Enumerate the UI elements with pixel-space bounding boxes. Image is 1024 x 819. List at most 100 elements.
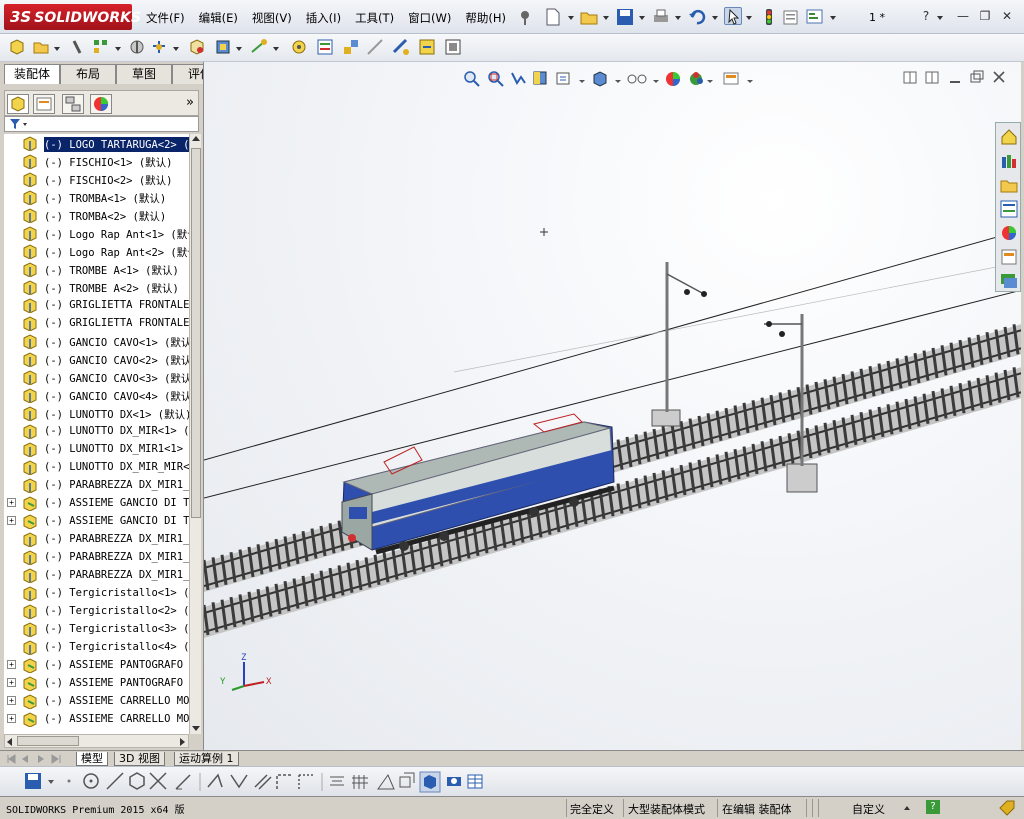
trim-icon[interactable]: [149, 772, 167, 790]
expand-plus-icon[interactable]: +: [7, 696, 16, 705]
tree-vertical-scrollbar[interactable]: [189, 134, 201, 734]
close-button[interactable]: ✕: [999, 9, 1015, 23]
3d-scene[interactable]: [204, 62, 1021, 752]
tree-item[interactable]: + (-) ASSIEME GANCIO DI TR: [4, 494, 189, 512]
open-folder-icon[interactable]: [580, 8, 598, 26]
menu-item[interactable]: 插入(I): [306, 10, 341, 26]
move-component-icon[interactable]: [150, 38, 168, 56]
tree-item[interactable]: (-) PARABREZZA DX_MIR1_M: [4, 476, 189, 494]
help-icon[interactable]: ?: [918, 9, 934, 23]
view-palette-icon[interactable]: [999, 199, 1019, 219]
menu-item[interactable]: 视图(V): [252, 10, 292, 26]
feature-manager-tab-icon[interactable]: [7, 94, 29, 114]
print-dropdown-icon[interactable]: [675, 16, 681, 20]
command-tab[interactable]: 布局: [60, 64, 116, 84]
reference-dropdown-icon[interactable]: [273, 47, 279, 51]
scroll-right-arrow-icon[interactable]: [180, 738, 185, 746]
tree-item[interactable]: (-) Tergicristallo<4> (: [4, 638, 189, 656]
file-properties-icon[interactable]: [782, 8, 800, 26]
tree-item[interactable]: (-) TROMBA<1> (默认): [4, 188, 189, 206]
tree-horizontal-scrollbar[interactable]: [4, 734, 189, 748]
tree-item[interactable]: (-) PARABREZZA DX_MIR1_M: [4, 548, 189, 566]
table-icon[interactable]: [467, 774, 483, 789]
tree-item[interactable]: (-) LUNOTTO DX_MIR_MIR<1: [4, 458, 189, 476]
explode-line-sketch-icon[interactable]: [366, 38, 384, 56]
angle-dimension-icon[interactable]: [377, 773, 395, 790]
new-motion-study-icon[interactable]: [290, 38, 308, 56]
options-dropdown-icon[interactable]: [830, 16, 836, 20]
sketch-line-icon[interactable]: [175, 774, 191, 790]
tree-item[interactable]: (-) Tergicristallo<2> (: [4, 602, 189, 620]
expand-plus-icon[interactable]: +: [7, 714, 16, 723]
print-icon[interactable]: [652, 8, 670, 26]
tree-item[interactable]: (-) GANCIO CAVO<1> (默认: [4, 332, 189, 350]
take-snapshot-icon[interactable]: [444, 38, 462, 56]
expand-plus-icon[interactable]: +: [7, 498, 16, 507]
tree-item[interactable]: (-) LUNOTTO DX<1> (默认): [4, 404, 189, 422]
tree-item[interactable]: (-) LOGO TARTARUGA<2> (默: [4, 134, 189, 152]
pin-icon[interactable]: [516, 8, 534, 26]
options-icon[interactable]: [806, 8, 824, 26]
restore-button[interactable]: ❐: [977, 9, 993, 23]
tree-item[interactable]: (-) Logo Rap Ant<1> (默认: [4, 224, 189, 242]
graphics-area[interactable]: Z X Y: [203, 62, 1021, 752]
tree-item[interactable]: (-) FISCHIO<1> (默认): [4, 152, 189, 170]
custom-properties-icon[interactable]: [999, 247, 1019, 267]
tree-item[interactable]: + (-) ASSIEME PANTOGRAFO C: [4, 656, 189, 674]
status-mode[interactable]: 大型装配体模式: [628, 801, 705, 817]
tree-item[interactable]: (-) Tergicristallo<1> (: [4, 584, 189, 602]
menu-item[interactable]: 文件(F): [146, 10, 185, 26]
assembly-features-icon[interactable]: [214, 38, 232, 56]
menu-item[interactable]: 工具(T): [355, 10, 394, 26]
linear-pattern-icon[interactable]: [92, 38, 110, 56]
open-dropdown-icon[interactable]: [603, 16, 609, 20]
bill-of-materials-icon[interactable]: [316, 38, 334, 56]
horizontal-dimension-icon[interactable]: [330, 776, 344, 786]
tree-item[interactable]: (-) GANCIO CAVO<4> (默认: [4, 386, 189, 404]
scroll-up-arrow-icon[interactable]: [192, 136, 200, 141]
tree-item[interactable]: (-) PARABREZZA DX_MIR1_M: [4, 566, 189, 584]
solidworks-resources-icon[interactable]: [999, 127, 1019, 147]
help-status-icon[interactable]: ?: [926, 800, 940, 814]
status-units[interactable]: 自定义: [852, 801, 885, 817]
tree-item[interactable]: + (-) ASSIEME CARRELLO MOT: [4, 710, 189, 728]
appearances-scenes-icon[interactable]: [999, 223, 1019, 243]
save-dropdown-icon[interactable]: [639, 16, 645, 20]
bottom-tab[interactable]: 3D 视图: [114, 752, 165, 766]
line-sketch-icon[interactable]: [106, 772, 124, 790]
smart-fasteners-icon[interactable]: [128, 38, 146, 56]
undo-dropdown-icon[interactable]: [712, 16, 718, 20]
menu-item[interactable]: 编辑(E): [199, 10, 238, 26]
insert-component-icon[interactable]: [8, 38, 26, 56]
tree-item[interactable]: (-) TROMBE A<2> (默认): [4, 278, 189, 296]
tag-icon[interactable]: [998, 800, 1016, 816]
instant3d-icon[interactable]: [392, 38, 410, 56]
tree-item[interactable]: + (-) ASSIEME CARRELLO MOT: [4, 692, 189, 710]
command-tab[interactable]: 草图: [116, 64, 172, 84]
move-dropdown-icon[interactable]: [173, 47, 179, 51]
scroll-down-arrow-icon[interactable]: [192, 726, 200, 731]
tree-item[interactable]: (-) TROMBA<2> (默认): [4, 206, 189, 224]
expand-panel-chevron-icon[interactable]: »: [186, 95, 194, 110]
bottom-tab[interactable]: 运动算例 1: [174, 752, 239, 766]
help-dropdown-icon[interactable]: [937, 16, 943, 20]
new-document-icon[interactable]: [544, 8, 562, 26]
undo-icon[interactable]: [688, 8, 706, 26]
tree-item[interactable]: + (-) ASSIEME GANCIO DI TR: [4, 512, 189, 530]
smart-dimension-icon[interactable]: [207, 773, 223, 788]
tab-nav-arrows[interactable]: [4, 752, 74, 766]
solidworks-forum-icon[interactable]: [999, 271, 1019, 291]
expand-plus-icon[interactable]: +: [7, 678, 16, 687]
tree-item[interactable]: (-) Logo Rap Ant<2> (默认: [4, 242, 189, 260]
tree-item[interactable]: (-) GRIGLIETTA FRONTALE<: [4, 314, 189, 332]
exploded-view-icon[interactable]: [342, 38, 360, 56]
save-small-icon[interactable]: [25, 773, 41, 789]
command-tab[interactable]: 装配体: [4, 64, 60, 84]
tree-item[interactable]: (-) PARABREZZA DX_MIR1_M: [4, 530, 189, 548]
tree-item[interactable]: (-) TROMBE A<1> (默认): [4, 260, 189, 278]
update-speedpak-icon[interactable]: [418, 38, 436, 56]
new-part-icon[interactable]: [32, 38, 50, 56]
pattern-dropdown-icon[interactable]: [115, 47, 121, 51]
minimize-button[interactable]: —: [955, 9, 971, 23]
reference-geometry-icon[interactable]: [250, 38, 268, 56]
